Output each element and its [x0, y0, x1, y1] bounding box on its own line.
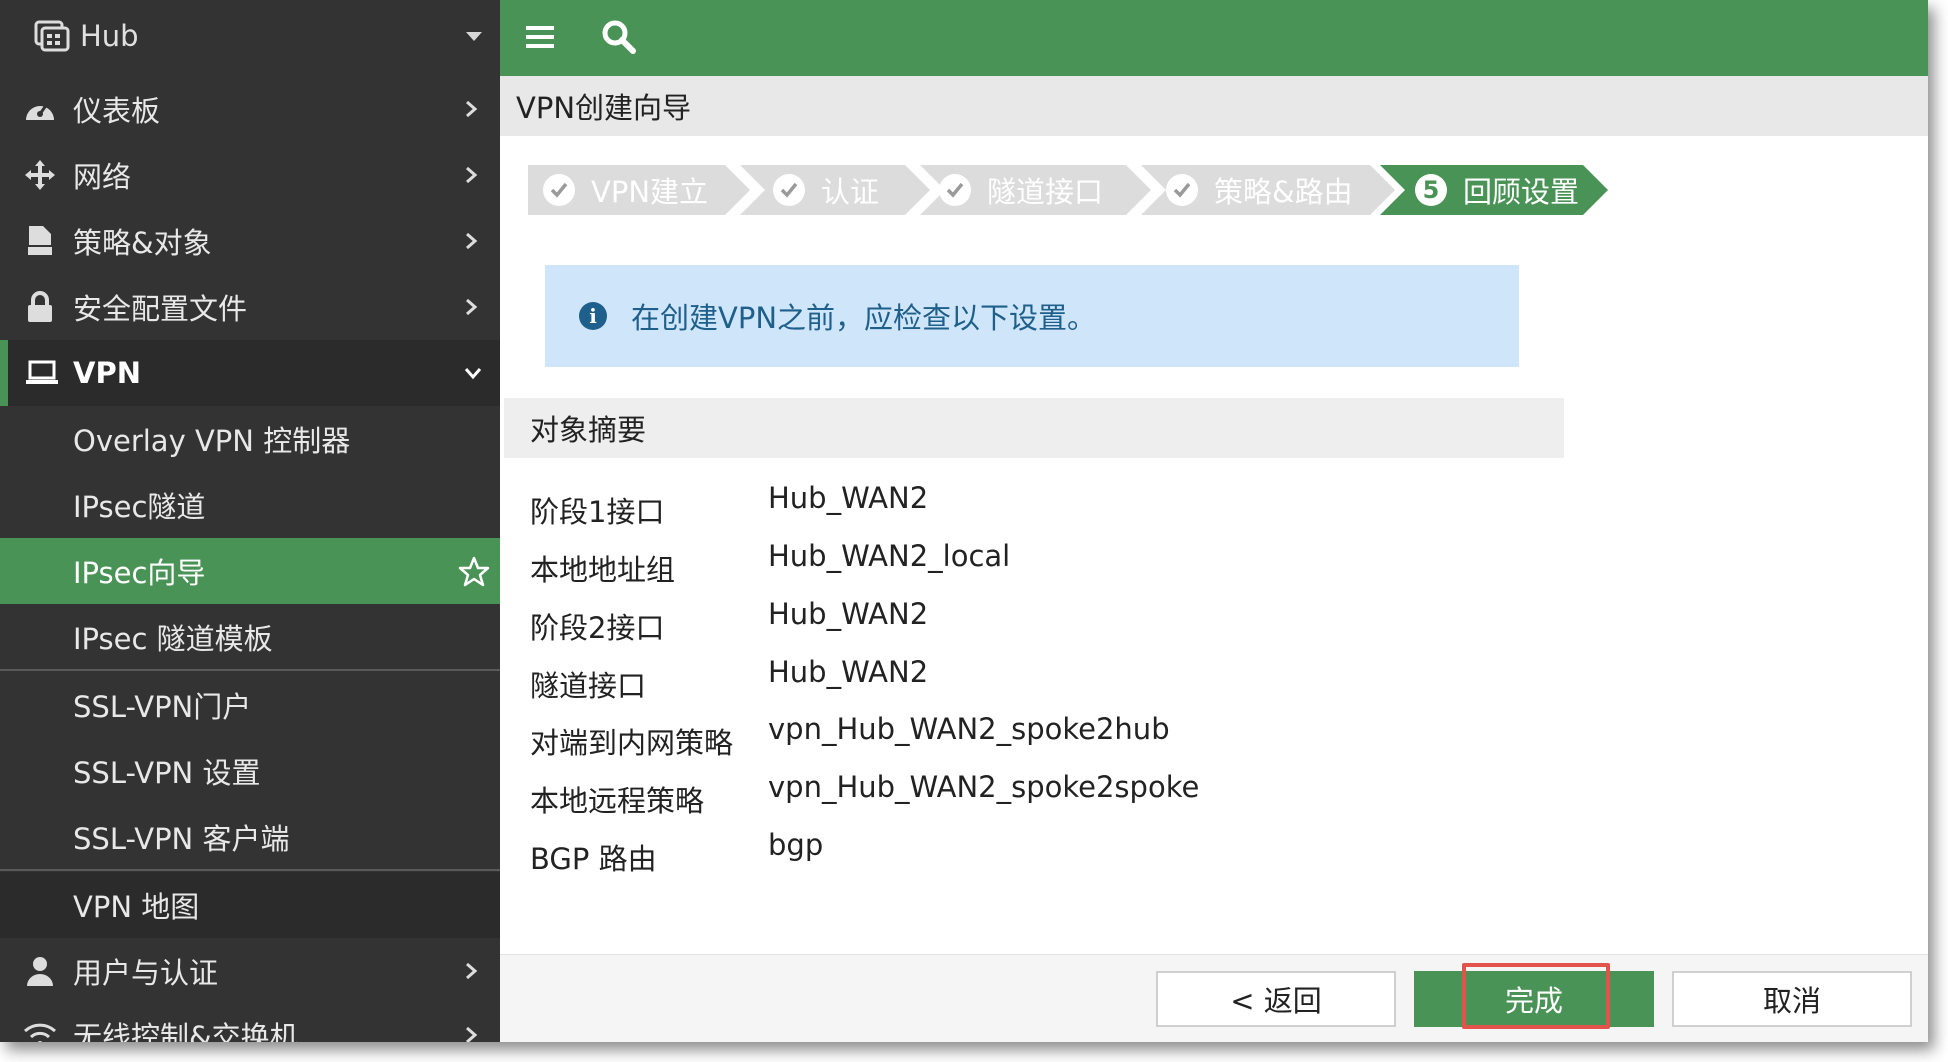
sidebar-item-label: 策略&对象 — [73, 226, 212, 260]
back-button[interactable]: < 返回 — [1156, 971, 1396, 1027]
wizard-step-vpn-setup: VPN建立 — [543, 165, 708, 215]
user-icon — [22, 953, 58, 989]
step-label: VPN建立 — [591, 175, 709, 209]
lock-icon — [22, 289, 58, 325]
sidebar-subitem-overlay-vpn[interactable]: Overlay VPN 控制器 — [0, 406, 500, 472]
app-window: Hub 仪表板 网络 策略&对象 安全配置文件 VPN Overlay VPN … — [0, 0, 1928, 1042]
sidebar-subitem-ipsec-wizard[interactable]: IPsec向导 — [0, 538, 500, 604]
sidebar-item-label: SSL-VPN门户 — [73, 690, 252, 724]
info-banner: i 在创建VPN之前，应检查以下设置。 — [545, 265, 1519, 367]
step-label: 策略&路由 — [1214, 175, 1353, 209]
sidebar-subitem-ssl-clients[interactable]: SSL-VPN 客户端 — [0, 804, 500, 870]
summary-key: 隧道接口 — [530, 669, 647, 703]
divider — [0, 869, 500, 871]
step-number: 5 — [1415, 174, 1447, 206]
wizard-step-authentication: 认证 — [773, 165, 879, 215]
summary-key: 本地远程策略 — [530, 784, 705, 818]
sidebar-item-user-auth[interactable]: 用户与认证 — [0, 938, 500, 1004]
laptop-icon — [24, 355, 60, 391]
summary-key: 本地地址组 — [530, 553, 676, 587]
search-icon[interactable] — [600, 18, 638, 56]
chevron-right-icon — [466, 962, 478, 980]
sidebar-item-security-profiles[interactable]: 安全配置文件 — [0, 274, 500, 340]
summary-key: BGP 路由 — [530, 842, 657, 876]
step-label: 回顾设置 — [1463, 175, 1580, 209]
policy-icon — [22, 223, 58, 259]
sidebar-item-label: 用户与认证 — [73, 956, 219, 990]
caret-down-icon — [466, 32, 482, 41]
step-label: 认证 — [821, 175, 880, 209]
summary-value: bgp — [768, 828, 824, 862]
check-icon — [1166, 174, 1198, 206]
summary-value: Hub_WAN2 — [768, 655, 929, 689]
summary-key: 阶段2接口 — [530, 611, 665, 645]
chevron-right-icon — [466, 1026, 478, 1042]
sidebar-item-label: IPsec 隧道模板 — [73, 622, 273, 656]
device-icon — [30, 14, 74, 58]
device-selector[interactable]: Hub — [0, 0, 500, 72]
summary-key: 阶段1接口 — [530, 495, 665, 529]
summary-value: Hub_WAN2 — [768, 481, 929, 515]
sidebar-item-policy[interactable]: 策略&对象 — [0, 208, 500, 274]
info-icon: i — [579, 302, 607, 330]
sidebar-item-network[interactable]: 网络 — [0, 142, 500, 208]
sidebar-item-label: SSL-VPN 客户端 — [73, 822, 290, 856]
section-title: 对象摘要 — [504, 398, 1564, 458]
sidebar-subitem-ssl-settings[interactable]: SSL-VPN 设置 — [0, 738, 500, 804]
wifi-icon — [22, 1017, 58, 1042]
step-label: 隧道接口 — [987, 175, 1104, 209]
sidebar-item-label: 无线控制&交换机 — [73, 1020, 299, 1042]
sidebar-item-label: IPsec隧道 — [73, 490, 206, 524]
sidebar-item-label: IPsec向导 — [73, 556, 206, 590]
dashboard-icon — [22, 91, 58, 127]
sidebar-item-label: 网络 — [73, 160, 132, 194]
summary-key: 对端到内网策略 — [530, 726, 734, 760]
check-icon — [543, 174, 575, 206]
wizard-step-tunnel-interface: 隧道接口 — [939, 165, 1103, 215]
network-icon — [22, 157, 58, 193]
chevron-right-icon — [466, 232, 478, 250]
sidebar-subitem-ssl-portals[interactable]: SSL-VPN门户 — [0, 672, 500, 738]
summary-value: Hub_WAN2_local — [768, 539, 1011, 573]
chevron-right-icon — [466, 298, 478, 316]
summary-value: Hub_WAN2 — [768, 597, 929, 631]
wizard-step-policy-routing: 策略&路由 — [1166, 165, 1353, 215]
chevron-down-icon — [464, 368, 482, 380]
sidebar-subitem-vpn-map[interactable]: VPN 地图 — [0, 872, 500, 938]
footer-bar: < 返回 完成 取消 — [500, 954, 1928, 1042]
sidebar: Hub 仪表板 网络 策略&对象 安全配置文件 VPN Overlay VPN … — [0, 0, 500, 1042]
sidebar-subitem-ipsec-templates[interactable]: IPsec 隧道模板 — [0, 604, 500, 670]
summary-value: vpn_Hub_WAN2_spoke2hub — [768, 712, 1170, 746]
star-icon[interactable] — [458, 556, 490, 588]
sidebar-item-label: VPN 地图 — [73, 890, 200, 924]
sidebar-item-label: Overlay VPN 控制器 — [73, 424, 351, 458]
divider — [0, 669, 500, 671]
device-name: Hub — [80, 19, 139, 53]
sidebar-item-label: VPN — [73, 356, 141, 390]
hamburger-menu-icon[interactable] — [524, 20, 558, 54]
chevron-right-icon — [466, 166, 478, 184]
check-icon — [773, 174, 805, 206]
page-title: VPN创建向导 — [500, 76, 1928, 136]
sidebar-item-label: 安全配置文件 — [73, 292, 248, 326]
sidebar-item-vpn[interactable]: VPN — [0, 340, 500, 406]
sidebar-subitem-ipsec-tunnels[interactable]: IPsec隧道 — [0, 472, 500, 538]
info-message: 在创建VPN之前，应检查以下设置。 — [631, 301, 1097, 335]
summary-value: vpn_Hub_WAN2_spoke2spoke — [768, 770, 1200, 804]
wizard-step-review: 5 回顾设置 — [1415, 165, 1579, 215]
cancel-button[interactable]: 取消 — [1672, 971, 1912, 1027]
sidebar-item-dashboard[interactable]: 仪表板 — [0, 76, 500, 142]
check-icon — [939, 174, 971, 206]
sidebar-item-wifi-switch[interactable]: 无线控制&交换机 — [0, 1002, 500, 1042]
sidebar-item-label: 仪表板 — [73, 94, 161, 128]
sidebar-item-label: SSL-VPN 设置 — [73, 756, 261, 790]
top-bar — [500, 0, 1928, 76]
chevron-right-icon — [466, 100, 478, 118]
finish-button[interactable]: 完成 — [1414, 971, 1654, 1027]
